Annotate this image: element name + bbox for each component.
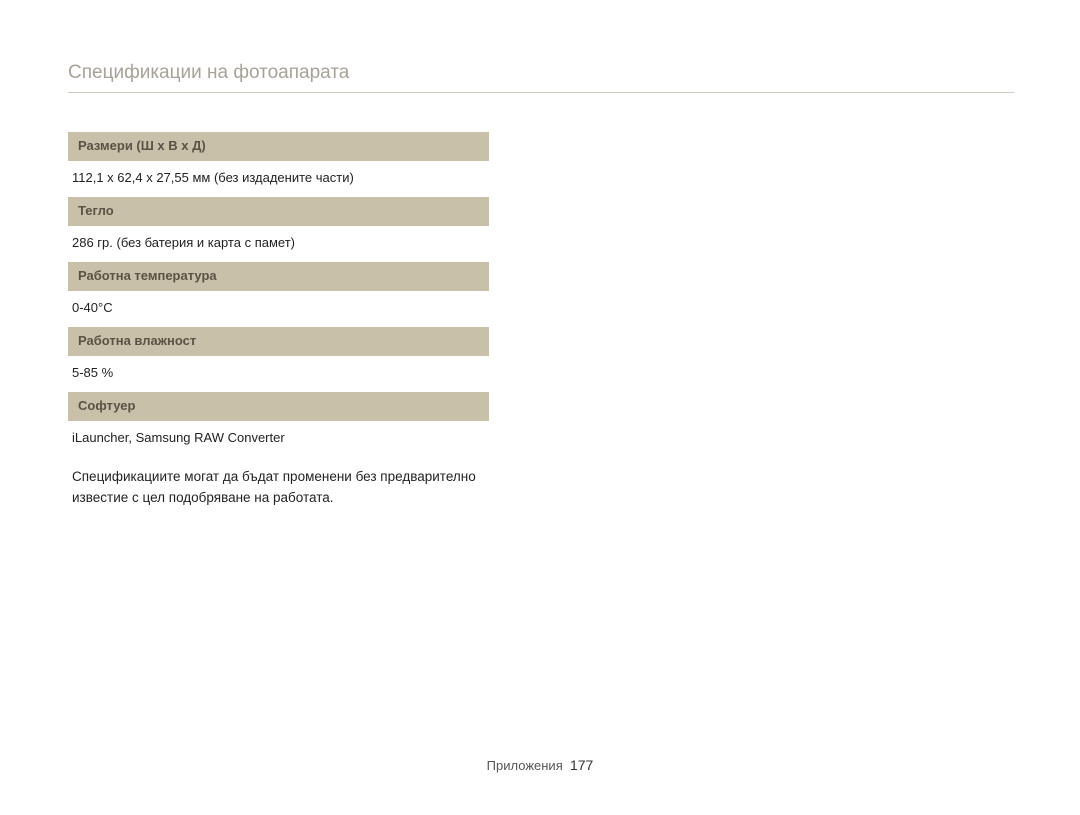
spec-header-dimensions: Размери (Ш x В x Д)	[68, 132, 489, 161]
spec-value-operating-temperature: 0-40°C	[68, 291, 489, 327]
page-title: Спецификации на фотоапарата	[68, 62, 349, 84]
spec-header-weight: Тегло	[68, 197, 489, 226]
spec-value-software: iLauncher, Samsung RAW Converter	[68, 421, 489, 457]
title-divider	[68, 92, 1014, 93]
footer-section-label: Приложения	[487, 758, 563, 773]
spec-header-operating-humidity: Работна влажност	[68, 327, 489, 356]
spec-change-notice: Спецификациите могат да бъдат променени …	[68, 457, 489, 509]
spec-header-operating-temperature: Работна температура	[68, 262, 489, 291]
spec-header-software: Софтуер	[68, 392, 489, 421]
specifications-table: Размери (Ш x В x Д) 112,1 x 62,4 x 27,55…	[68, 132, 489, 509]
spec-value-weight: 286 гр. (без батерия и карта с памет)	[68, 226, 489, 262]
spec-value-dimensions: 112,1 x 62,4 x 27,55 мм (без издадените …	[68, 161, 489, 197]
footer-page-number: 177	[570, 757, 593, 773]
spec-value-operating-humidity: 5-85 %	[68, 356, 489, 392]
page-footer: Приложения 177	[0, 757, 1080, 773]
